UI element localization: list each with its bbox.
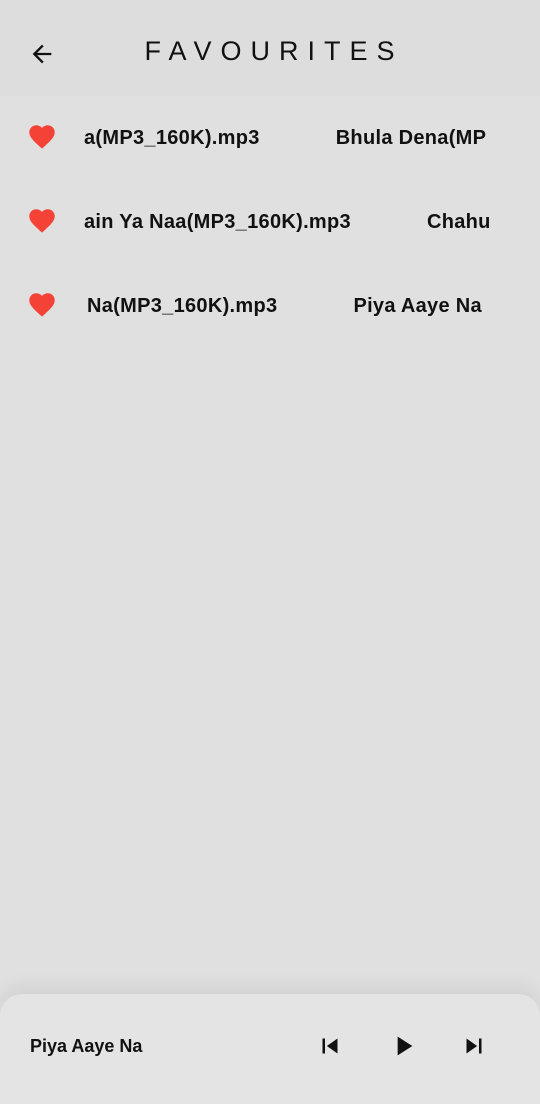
play-button[interactable] <box>387 1030 419 1062</box>
song-title-repeat: Bhula Dena(MP <box>335 127 487 149</box>
song-title-repeat: Piya Aaye Na <box>353 295 482 317</box>
play-icon <box>397 1036 413 1056</box>
heart-icon[interactable] <box>26 208 58 236</box>
previous-button[interactable] <box>314 1030 346 1062</box>
heart-icon[interactable] <box>26 292 58 320</box>
skip-previous-icon <box>322 1038 338 1054</box>
list-item[interactable]: a(MP3_160K).mp3 Bhula Dena(MP <box>0 96 540 180</box>
song-title: a(MP3_160K).mp3 <box>84 127 260 149</box>
favourites-list: a(MP3_160K).mp3 Bhula Dena(MP ain Ya Naa(… <box>0 96 540 348</box>
song-title-repeat: Chahu <box>426 211 491 233</box>
song-title: ain Ya Naa(MP3_160K).mp3 <box>84 211 351 233</box>
page-title: FAVOURITES <box>144 36 404 66</box>
song-title: Na(MP3_160K).mp3 <box>87 295 278 317</box>
list-item[interactable]: ain Ya Naa(MP3_160K).mp3 Chahu <box>0 180 540 264</box>
song-title-marquee: a(MP3_160K).mp3 Bhula Dena(MP <box>84 96 504 180</box>
now-playing-title: Piya Aaye Na <box>30 1036 143 1056</box>
skip-next-icon <box>466 1038 482 1054</box>
song-title-marquee: Na(MP3_160K).mp3 Piya Aaye Na <box>84 264 504 348</box>
list-item[interactable]: Na(MP3_160K).mp3 Piya Aaye Na <box>0 264 540 348</box>
heart-icon[interactable] <box>26 124 58 152</box>
song-title-marquee: ain Ya Naa(MP3_160K).mp3 Chahu <box>84 180 504 264</box>
app-bar: FAVOURITES <box>0 0 540 96</box>
next-button[interactable] <box>458 1030 490 1062</box>
mini-player[interactable]: Piya Aaye Na <box>0 994 540 1104</box>
